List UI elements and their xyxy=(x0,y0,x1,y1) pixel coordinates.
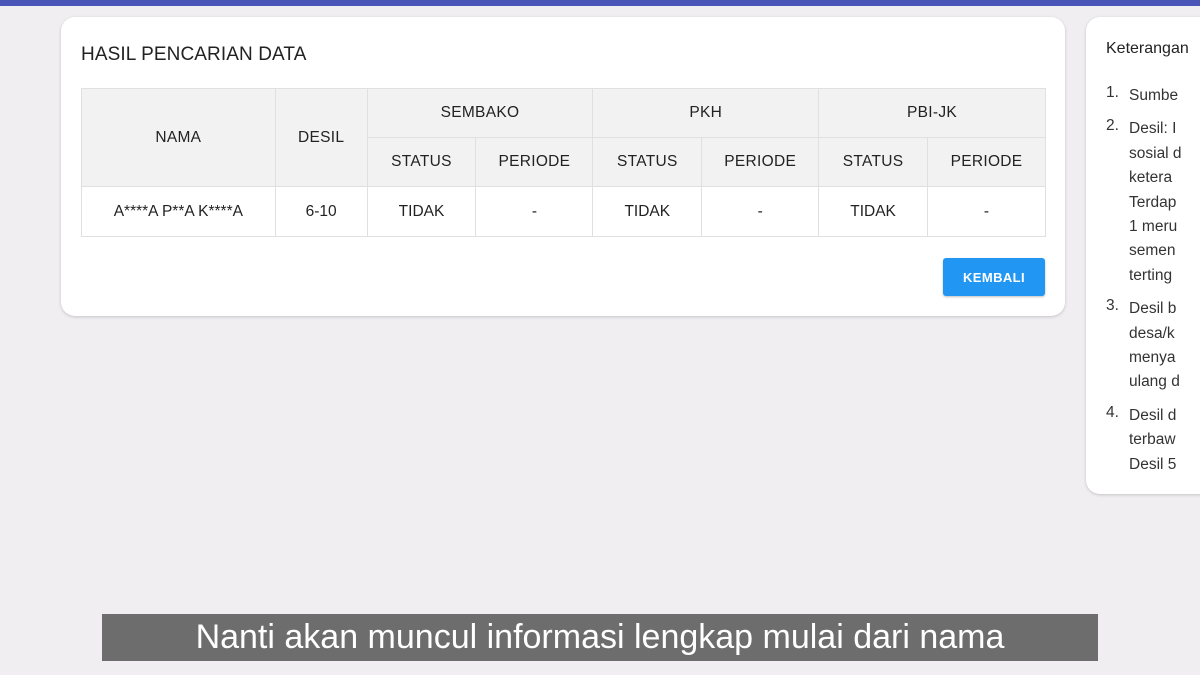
back-button[interactable]: KEMBALI xyxy=(943,258,1045,296)
list-item-text: menya xyxy=(1129,349,1176,367)
cell-sembako-periode: - xyxy=(475,186,594,237)
info-card: Keterangan 1. Sumbe 2. Desil: I sosial d kete… xyxy=(1086,17,1200,494)
list-item-text: Terdap xyxy=(1129,193,1177,211)
info-title: Keterangan xyxy=(1106,40,1189,57)
page-title: HASIL PENCARIAN DATA xyxy=(81,44,307,65)
table-row: A****A P**A K****A 6-10 TIDAK - TIDAK - … xyxy=(81,186,1046,237)
list-item-text: Sumbe xyxy=(1129,87,1179,104)
header-pbijk-periode: PERIODE xyxy=(927,137,1046,187)
search-result-card: HASIL PENCARIAN DATA NAMA DESIL SEMBAKO … xyxy=(61,17,1065,316)
cell-sembako-status: TIDAK xyxy=(366,186,477,237)
header-desil: DESIL xyxy=(274,88,368,187)
header-sembako-status: STATUS xyxy=(366,137,477,187)
list-item-number: 2. xyxy=(1106,117,1119,135)
header-pkh-status: STATUS xyxy=(592,137,703,187)
header-nama: NAMA xyxy=(81,88,276,187)
top-bar xyxy=(0,0,1200,6)
list-item-text: semen xyxy=(1129,242,1176,260)
header-sembako: SEMBAKO xyxy=(366,88,594,138)
list-item-text: Desil: I xyxy=(1129,120,1177,138)
list-item-text: terbaw xyxy=(1129,431,1176,449)
cell-pkh-status: TIDAK xyxy=(592,186,703,237)
list-item-text: terting xyxy=(1129,266,1173,284)
header-pbijk-status: STATUS xyxy=(818,137,929,187)
list-item-text: Desil d xyxy=(1129,406,1177,424)
list-item: 1. Sumbe xyxy=(1106,84,1200,108)
list-item: 3. Desil b desa/k menya ulang d xyxy=(1106,297,1200,395)
list-item-number: 3. xyxy=(1106,297,1119,315)
list-item-text: ketera xyxy=(1129,169,1173,187)
header-pbijk: PBI-JK xyxy=(818,88,1046,138)
list-item-text: ulang d xyxy=(1129,373,1180,391)
video-subtitle: Nanti akan muncul informasi lengkap mula… xyxy=(102,614,1098,661)
list-item-text: 1 meru xyxy=(1129,218,1178,236)
header-sembako-periode: PERIODE xyxy=(475,137,594,187)
list-item-number: 1. xyxy=(1106,84,1119,101)
cell-pbijk-periode: - xyxy=(927,186,1046,237)
list-item-text: Desil b xyxy=(1129,300,1177,318)
list-item-number: 4. xyxy=(1106,403,1119,421)
list-item-text: Desil 5 xyxy=(1129,455,1177,473)
list-item: 2. Desil: I sosial d ketera Terdap 1 meru seme… xyxy=(1106,117,1200,288)
info-list: 1. Sumbe 2. Desil: I sosial d ketera Terdap 1 m… xyxy=(1106,84,1200,486)
cell-desil: 6-10 xyxy=(274,186,368,237)
results-table: NAMA DESIL SEMBAKO PKH PBI-JK STATUS PER… xyxy=(81,88,1046,237)
list-item-text: sosial d xyxy=(1129,144,1182,162)
cell-nama: A****A P**A K****A xyxy=(81,186,276,237)
header-pkh: PKH xyxy=(592,88,820,138)
list-item: 4. Desil d terbaw Desil 5 xyxy=(1106,404,1200,477)
header-pkh-periode: PERIODE xyxy=(701,137,820,187)
cell-pbijk-status: TIDAK xyxy=(818,186,929,237)
list-item-text: desa/k xyxy=(1129,324,1175,342)
cell-pkh-periode: - xyxy=(701,186,820,237)
